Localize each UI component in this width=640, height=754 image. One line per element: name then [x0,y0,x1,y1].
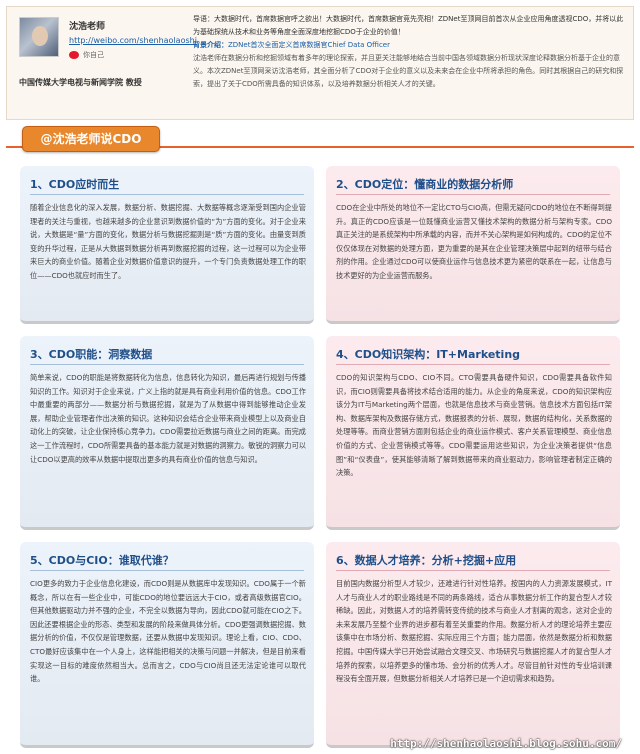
card-body: 简单来说，CDO的职能是将数据转化为信息，信息转化为知识，最后再进行规划与传播知… [30,373,306,464]
card-cdo-vs-cio: 5、CDO与CIO：谁取代谁？ CIO更多的致力于企业信息化建设，而CDO则是从… [20,542,314,748]
intro-text: 导语：大数据时代，首席数据官呼之欲出！大数据时代，首席数据官竞先亮相！ZDNet… [193,13,625,91]
card-body: 随着企业信息化的深入发展，数据分析、数据挖掘、大数据等概念逐渐受到国内企业管理者… [30,203,306,280]
card-body: CDO在企业中所处的地位不一定比CTO与CIO高，但需无疑问CDO的地位在不断得… [336,203,612,280]
author-title: 中国传媒大学电视与新闻学院 教授 [19,78,142,87]
card-cdo-origin: 1、CDO应时而生 随着企业信息化的深入发展，数据分析、数据挖掘、大数据等概念逐… [20,166,314,324]
weibo-link[interactable]: http://weibo.com/shenhaolaoshi [69,36,197,45]
author-header: 沈浩老师 http://weibo.com/shenhaolaoshi 你自己 … [6,6,634,120]
background-link[interactable]: ZDNet首次全面定义首席数据官Chief Data Officer [228,41,390,49]
author-name[interactable]: 沈浩老师 [69,19,105,32]
background-label: 背景介绍： [193,41,228,49]
card-cdo-position: 2、CDO定位：懂商业的数据分析师 CDO在企业中所处的地位不一定比CTO与CI… [326,166,620,324]
card-body: CIO更多的致力于企业信息化建设，而CDO则是从数据库中发现知识。CDO属于一个… [30,579,306,684]
section-tag: @沈浩老师说CDO [22,126,160,152]
blog-watermark: http://shenhaolaoshi.blog.sohu.com/ [390,737,622,750]
card-cdo-knowledge: 4、CDO知识架构：IT+Marketing CDO的知识架构与CDO、CIO不… [326,336,620,530]
intro-lead: 导语：大数据时代，首席数据官呼之欲出！大数据时代，首席数据官竞先亮相！ZDNet… [193,15,624,36]
intro-body: 沈浩老师在数据分析和挖掘领域有着多年的理论探索，并且更关注能够地结合当前中国各领… [193,54,624,88]
card-title: 2、CDO定位：懂商业的数据分析师 [336,178,514,191]
intro-background: 背景介绍：ZDNet首次全面定义首席数据官Chief Data Officer [193,39,625,52]
card-title: 3、CDO职能：洞察数据 [30,348,153,361]
card-title: 5、CDO与CIO：谁取代谁？ [30,554,174,567]
card-title: 1、CDO应时而生 [30,178,120,191]
card-title: 4、CDO知识架构：IT+Marketing [336,348,521,361]
card-talent-training: 6、数据人才培养：分析+挖掘+应用 目前国内数据分析型人才较少，还难进行针对性培… [326,542,620,748]
follow-status[interactable]: 你自己 [69,50,104,60]
follow-label: 你自己 [83,51,104,59]
card-body: 目前国内数据分析型人才较少，还难进行针对性培养。按国内的人力资源发展模式，IT人… [336,579,612,684]
card-cdo-function: 3、CDO职能：洞察数据 简单来说，CDO的职能是将数据转化为信息，信息转化为知… [20,336,314,530]
card-title: 6、数据人才培养：分析+挖掘+应用 [336,554,517,567]
card-body: CDO的知识架构与CDO、CIO不同。CTO需要具备硬件知识，CDO需要具备软件… [336,373,612,478]
author-profile: 沈浩老师 http://weibo.com/shenhaolaoshi 你自己 … [17,13,197,113]
weibo-icon [69,51,79,59]
author-avatar[interactable] [19,17,59,57]
